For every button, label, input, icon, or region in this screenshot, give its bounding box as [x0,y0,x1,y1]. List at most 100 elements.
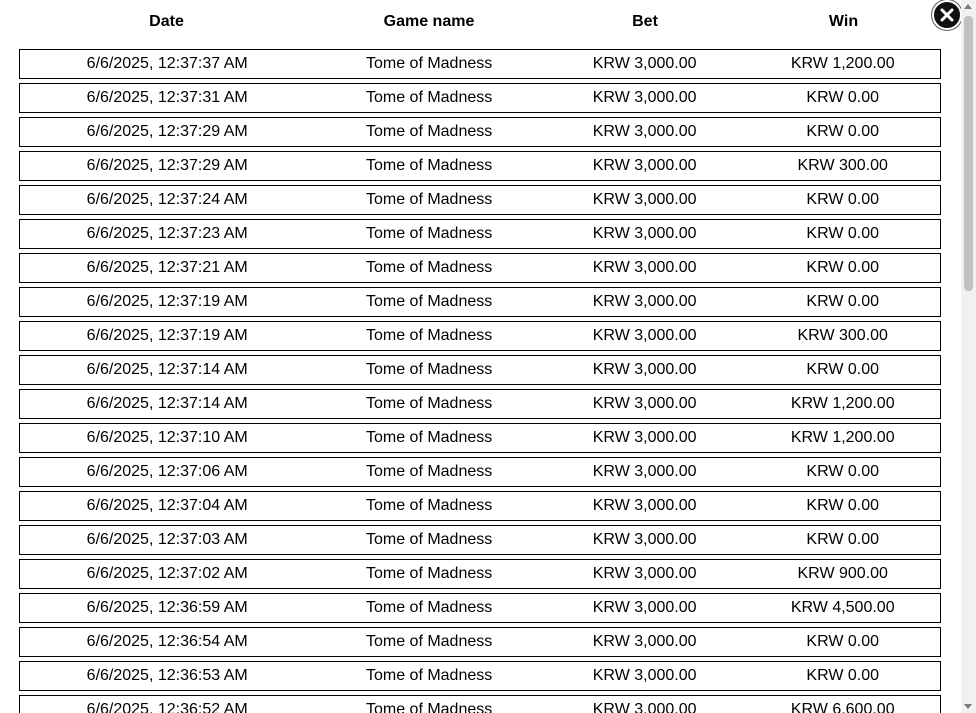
row-date: 6/6/2025, 12:37:14 AM [86,395,248,412]
row-win: KRW 0.00 [806,633,880,650]
row-game-name: Tome of Madness [365,293,493,310]
row-game-name: Tome of Madness [365,701,493,713]
row-date: 6/6/2025, 12:37:19 AM [86,327,248,344]
table-row[interactable]: 6/6/2025, 12:37:10 AM Tome of Madness KRW … [19,423,941,453]
row-bet: KRW 3,000.00 [592,531,697,548]
row-win: KRW 0.00 [806,497,880,514]
table-row[interactable]: 6/6/2025, 12:37:19 AM Tome of Madness KRW … [19,321,941,351]
row-game-name: Tome of Madness [365,123,493,140]
table-row[interactable]: 6/6/2025, 12:37:19 AM Tome of Madness KRW … [19,287,941,317]
table-row[interactable]: 6/6/2025, 12:36:54 AM Tome of Madness KRW … [19,627,941,657]
scroll-thumb[interactable] [964,16,973,291]
row-bet: KRW 3,000.00 [592,157,697,174]
row-win: KRW 0.00 [806,123,880,140]
row-bet: KRW 3,000.00 [592,599,697,616]
table-row[interactable]: 6/6/2025, 12:37:06 AM Tome of Madness KRW … [19,457,941,487]
row-bet: KRW 3,000.00 [592,701,697,713]
row-date: 6/6/2025, 12:37:03 AM [86,531,248,548]
table-header: Date Game name Bet Win [19,0,941,44]
row-win: KRW 300.00 [797,327,888,344]
row-date: 6/6/2025, 12:36:54 AM [86,633,248,650]
header-win: Win [828,13,859,30]
table-row[interactable]: 6/6/2025, 12:37:02 AM Tome of Madness KRW … [19,559,941,589]
header-bet: Bet [632,13,658,30]
row-win: KRW 0.00 [806,667,880,684]
row-game-name: Tome of Madness [365,89,493,106]
row-bet: KRW 3,000.00 [592,667,697,684]
row-bet: KRW 3,000.00 [592,89,697,106]
row-date: 6/6/2025, 12:37:37 AM [86,55,248,72]
row-bet: KRW 3,000.00 [592,497,697,514]
row-win: KRW 6,600.00 [790,701,895,713]
row-game-name: Tome of Madness [365,667,493,684]
row-bet: KRW 3,000.00 [592,327,697,344]
vertical-scrollbar[interactable] [961,0,976,713]
row-win: KRW 0.00 [806,293,880,310]
row-bet: KRW 3,000.00 [592,463,697,480]
row-date: 6/6/2025, 12:37:06 AM [86,463,248,480]
row-date: 6/6/2025, 12:36:53 AM [86,667,248,684]
bet-history-modal: Date Game name Bet Win 6/6/2025, 12:37:3… [0,0,976,713]
row-win: KRW 0.00 [806,361,880,378]
table-row[interactable]: 6/6/2025, 12:36:59 AM Tome of Madness KRW … [19,593,941,623]
row-game-name: Tome of Madness [365,531,493,548]
row-date: 6/6/2025, 12:37:31 AM [86,89,248,106]
header-date: Date [149,13,184,30]
row-game-name: Tome of Madness [365,191,493,208]
row-bet: KRW 3,000.00 [592,395,697,412]
table-row[interactable]: 6/6/2025, 12:37:14 AM Tome of Madness KRW … [19,389,941,419]
row-game-name: Tome of Madness [365,361,493,378]
row-bet: KRW 3,000.00 [592,633,697,650]
row-win: KRW 0.00 [806,463,880,480]
row-game-name: Tome of Madness [365,327,493,344]
row-bet: KRW 3,000.00 [592,361,697,378]
row-date: 6/6/2025, 12:37:14 AM [86,361,248,378]
row-game-name: Tome of Madness [365,497,493,514]
row-game-name: Tome of Madness [365,157,493,174]
table-row[interactable]: 6/6/2025, 12:36:53 AM Tome of Madness KRW … [19,661,941,691]
row-date: 6/6/2025, 12:36:52 AM [86,701,248,713]
row-win: KRW 1,200.00 [790,395,895,412]
row-win: KRW 4,500.00 [790,599,895,616]
table-row[interactable]: 6/6/2025, 12:37:24 AM Tome of Madness KRW … [19,185,941,215]
row-game-name: Tome of Madness [365,599,493,616]
row-date: 6/6/2025, 12:37:23 AM [86,225,248,242]
row-game-name: Tome of Madness [365,259,493,276]
row-date: 6/6/2025, 12:37:29 AM [86,157,248,174]
table-row[interactable]: 6/6/2025, 12:37:03 AM Tome of Madness KRW … [19,525,941,555]
close-icon [940,8,954,22]
row-date: 6/6/2025, 12:37:04 AM [86,497,248,514]
row-game-name: Tome of Madness [365,463,493,480]
table-row[interactable]: 6/6/2025, 12:37:37 AM Tome of Madness KRW … [19,49,941,79]
table-row[interactable]: 6/6/2025, 12:36:52 AM Tome of Madness KRW … [19,695,941,713]
row-win: KRW 900.00 [797,565,888,582]
table-row[interactable]: 6/6/2025, 12:37:14 AM Tome of Madness KRW … [19,355,941,385]
table-row[interactable]: 6/6/2025, 12:37:21 AM Tome of Madness KRW … [19,253,941,283]
row-win: KRW 0.00 [806,89,880,106]
table-row[interactable]: 6/6/2025, 12:37:04 AM Tome of Madness KRW … [19,491,941,521]
close-button[interactable] [932,0,962,30]
row-date: 6/6/2025, 12:37:19 AM [86,293,248,310]
row-win: KRW 0.00 [806,225,880,242]
row-game-name: Tome of Madness [365,225,493,242]
row-game-name: Tome of Madness [365,565,493,582]
row-win: KRW 300.00 [797,157,888,174]
row-bet: KRW 3,000.00 [592,123,697,140]
row-bet: KRW 3,000.00 [592,225,697,242]
header-game-name: Game name [383,13,475,30]
table-body: 6/6/2025, 12:37:37 AM Tome of Madness KRW … [19,49,941,713]
row-game-name: Tome of Madness [365,395,493,412]
row-win: KRW 0.00 [806,259,880,276]
row-date: 6/6/2025, 12:36:59 AM [86,599,248,616]
row-bet: KRW 3,000.00 [592,191,697,208]
table-row[interactable]: 6/6/2025, 12:37:29 AM Tome of Madness KRW … [19,117,941,147]
row-win: KRW 0.00 [806,191,880,208]
row-date: 6/6/2025, 12:37:21 AM [86,259,248,276]
row-bet: KRW 3,000.00 [592,259,697,276]
scroll-down-arrow-icon[interactable] [964,704,972,709]
table-row[interactable]: 6/6/2025, 12:37:23 AM Tome of Madness KRW … [19,219,941,249]
table-row[interactable]: 6/6/2025, 12:37:31 AM Tome of Madness KRW … [19,83,941,113]
row-win: KRW 1,200.00 [790,429,895,446]
table-row[interactable]: 6/6/2025, 12:37:29 AM Tome of Madness KRW … [19,151,941,181]
scroll-up-arrow-icon[interactable] [964,4,972,9]
